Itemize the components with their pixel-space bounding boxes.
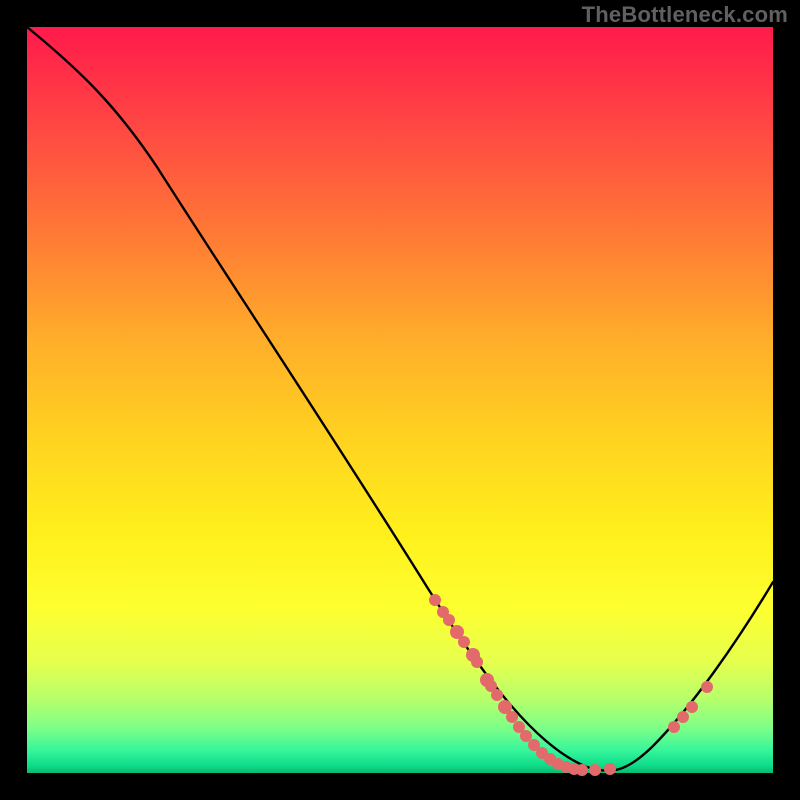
data-point — [677, 711, 689, 723]
data-point — [458, 636, 470, 648]
data-point — [520, 730, 532, 742]
data-point — [429, 594, 441, 606]
data-point — [471, 656, 483, 668]
bottleneck-curve — [27, 27, 773, 771]
data-point — [443, 614, 455, 626]
data-point — [576, 764, 588, 776]
data-point — [589, 764, 601, 776]
data-point — [701, 681, 713, 693]
data-point — [506, 711, 518, 723]
chart-svg — [27, 27, 773, 773]
data-point — [668, 721, 680, 733]
watermark-text: TheBottleneck.com — [582, 2, 788, 28]
data-point — [604, 763, 616, 775]
plot-area — [27, 27, 773, 773]
data-point — [686, 701, 698, 713]
chart-frame: TheBottleneck.com — [0, 0, 800, 800]
data-point — [491, 689, 503, 701]
